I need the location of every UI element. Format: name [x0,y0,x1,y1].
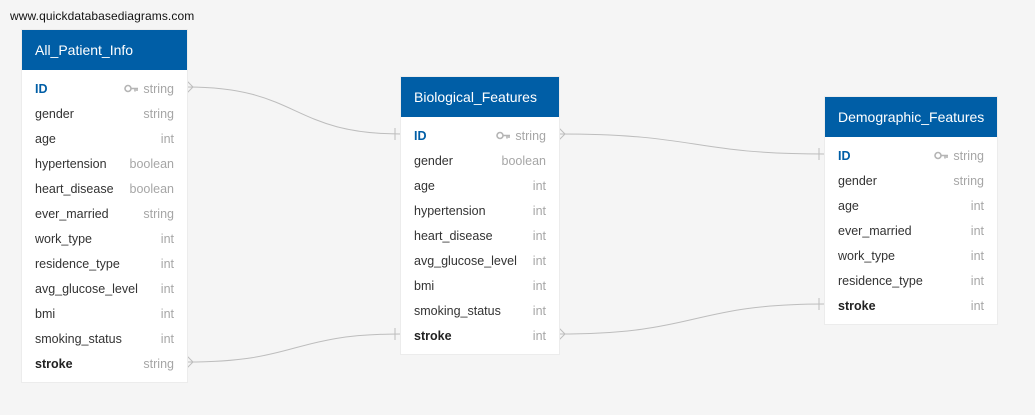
key-icon [934,151,949,160]
field-type: string [953,173,984,188]
table-row[interactable]: avg_glucose_level int [401,248,559,273]
table-row[interactable]: gender boolean [401,148,559,173]
field-name: gender [35,106,74,121]
field-type: int [532,228,546,243]
field-type: int [160,231,174,246]
table-row[interactable]: age int [22,126,187,151]
field-type: string [143,106,174,121]
field-name: smoking_status [414,303,501,318]
field-name: gender [414,153,453,168]
table-row[interactable]: ever_married string [22,201,187,226]
table-row[interactable]: smoking_status int [22,326,187,351]
connector-biological-id-to-demographic-id[interactable] [558,127,826,160]
table-row[interactable]: work_type int [22,226,187,251]
table-row[interactable]: gender string [825,168,997,193]
field-name: hypertension [35,156,107,171]
table-row[interactable]: bmi int [22,301,187,326]
table-row[interactable]: bmi int [401,273,559,298]
field-type: int [532,178,546,193]
field-name: bmi [414,278,435,293]
table-row[interactable]: age int [401,173,559,198]
field-name: ID [35,81,48,96]
table-row[interactable]: age int [825,193,997,218]
table-demographic-features[interactable]: Demographic_Features ID string gender str… [825,97,997,324]
field-type: int [532,203,546,218]
table-row[interactable]: ID string [401,123,559,148]
table-row[interactable]: heart_disease int [401,223,559,248]
table-title[interactable]: Demographic_Features [825,97,997,137]
field-type: int [532,253,546,268]
table-row[interactable]: heart_disease boolean [22,176,187,201]
key-icon [124,84,139,93]
key-icon [496,131,511,140]
field-name: ever_married [838,223,912,238]
table-all-patient-info[interactable]: All_Patient_Info ID string gender string … [22,30,187,382]
connector-allpatient-stroke-to-biological-stroke[interactable] [186,328,402,369]
field-type: string [124,82,174,96]
field-type: boolean [129,156,175,171]
field-type: string [143,356,174,371]
table-row[interactable]: avg_glucose_level int [22,276,187,301]
field-type: int [970,273,984,288]
field-name: age [838,198,859,213]
field-type: int [970,298,984,313]
connector-allpatient-id-to-biological-id[interactable] [186,80,402,140]
field-type: int [970,198,984,213]
connector-biological-stroke-to-demographic-stroke[interactable] [558,298,826,341]
field-name: heart_disease [414,228,493,243]
table-row[interactable]: stroke int [825,293,997,318]
table-row[interactable]: hypertension boolean [22,151,187,176]
field-type: int [160,331,174,346]
field-name: ID [838,148,851,163]
field-name: heart_disease [35,181,114,196]
field-name: avg_glucose_level [35,281,138,296]
table-row[interactable]: work_type int [825,243,997,268]
field-type: string [143,206,174,221]
field-type: int [970,248,984,263]
field-type: int [160,131,174,146]
field-name: ID [414,128,427,143]
field-name: hypertension [414,203,486,218]
table-title[interactable]: All_Patient_Info [22,30,187,70]
field-type: int [160,256,174,271]
field-type: boolean [129,181,175,196]
field-name: bmi [35,306,56,321]
table-row[interactable]: ID string [825,143,997,168]
table-row[interactable]: residence_type int [825,268,997,293]
field-type: string [934,149,984,163]
field-name: work_type [35,231,92,246]
field-type: string [496,129,546,143]
table-title[interactable]: Biological_Features [401,77,559,117]
field-name: residence_type [838,273,923,288]
field-name: residence_type [35,256,120,271]
table-row[interactable]: residence_type int [22,251,187,276]
field-type: int [160,281,174,296]
field-name: stroke [35,356,73,371]
site-link[interactable]: www.quickdatabasediagrams.com [10,9,194,23]
field-name: age [414,178,435,193]
table-row[interactable]: smoking_status int [401,298,559,323]
field-name: gender [838,173,877,188]
table-row[interactable]: hypertension int [401,198,559,223]
field-type: int [532,278,546,293]
field-name: avg_glucose_level [414,253,517,268]
table-row[interactable]: ever_married int [825,218,997,243]
table-row[interactable]: stroke string [22,351,187,376]
field-type: int [970,223,984,238]
field-name: stroke [838,298,876,313]
field-name: work_type [838,248,895,263]
field-name: smoking_status [35,331,122,346]
field-type: int [532,303,546,318]
field-type: boolean [501,153,547,168]
field-name: stroke [414,328,452,343]
table-row[interactable]: gender string [22,101,187,126]
table-biological-features[interactable]: Biological_Features ID string gender bool… [401,77,559,354]
field-type: int [532,328,546,343]
table-row[interactable]: stroke int [401,323,559,348]
field-type: int [160,306,174,321]
table-row[interactable]: ID string [22,76,187,101]
field-name: ever_married [35,206,109,221]
field-name: age [35,131,56,146]
